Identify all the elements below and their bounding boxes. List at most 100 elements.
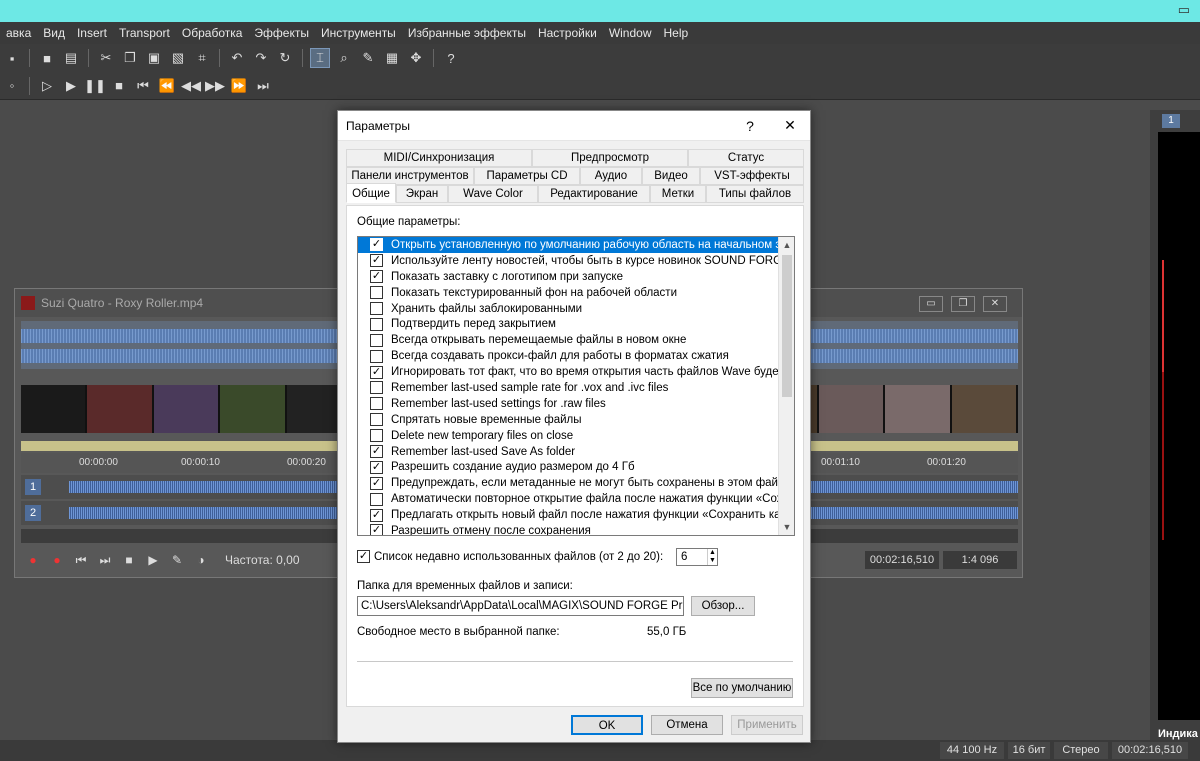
browse-button[interactable]: Обзор... — [691, 596, 755, 616]
magnify-tool-icon[interactable]: ⌕ — [334, 48, 354, 68]
option-checkbox[interactable] — [370, 397, 383, 411]
option-checkbox[interactable]: ✓ — [370, 508, 383, 522]
go-to-end-icon[interactable]: ⏭ — [253, 76, 273, 96]
tab-display[interactable]: Экран — [396, 185, 448, 203]
tab-status[interactable]: Статус — [688, 149, 804, 167]
list-scrollbar[interactable]: ▲ ▼ — [778, 237, 794, 535]
play-icon[interactable]: ▶ — [143, 551, 163, 569]
edit-tool-icon[interactable]: ⌶ — [310, 48, 330, 68]
go-to-start-icon[interactable]: ⏮ — [133, 76, 153, 96]
tab-midi-sync[interactable]: MIDI/Синхронизация — [346, 149, 532, 167]
scroll-up-icon[interactable]: ▲ — [779, 237, 794, 253]
menu-insert[interactable]: Insert — [77, 26, 107, 40]
option-checkbox[interactable]: ✓ — [370, 365, 383, 379]
mix-icon[interactable]: ▧ — [168, 48, 188, 68]
recent-files-checkbox[interactable]: ✓ — [357, 550, 370, 563]
option-row[interactable]: Спрятать новые временные файлы — [358, 412, 778, 428]
option-checkbox[interactable] — [370, 302, 383, 315]
option-checkbox[interactable] — [370, 381, 383, 395]
tab-general[interactable]: Общие — [346, 183, 396, 203]
option-row[interactable]: ✓ Разрешить создание аудио размером до 4 … — [358, 459, 778, 475]
menu-edit[interactable]: авка — [6, 26, 31, 40]
tab-audio[interactable]: Аудио — [580, 167, 642, 185]
option-row[interactable]: Remember last-used sample rate for .vox … — [358, 380, 778, 396]
tab-vst-effects[interactable]: VST-эффекты — [700, 167, 804, 185]
close-icon[interactable]: ✕ — [770, 117, 810, 134]
menu-process[interactable]: Обработка — [182, 26, 243, 40]
option-checkbox[interactable]: ✓ — [370, 270, 383, 284]
option-row[interactable]: ✓ Предлагать открыть новый файл после наж… — [358, 507, 778, 523]
option-row[interactable]: Всегда создавать прокси-файл для работы … — [358, 348, 778, 364]
option-checkbox[interactable]: ✓ — [370, 254, 383, 268]
option-row[interactable]: Автоматически повторное открытие файла п… — [358, 491, 778, 507]
go-to-end-icon[interactable]: ⏭ — [95, 551, 115, 569]
crop-icon[interactable]: ⌗ — [192, 48, 212, 68]
tab-preview[interactable]: Предпросмотр — [532, 149, 688, 167]
restore-icon[interactable]: ❐ — [951, 296, 975, 312]
play-all-icon[interactable]: ▷ — [37, 76, 57, 96]
restore-defaults-button[interactable]: Все по умолчанию — [691, 678, 793, 698]
option-checkbox[interactable] — [370, 333, 383, 347]
tab-editing[interactable]: Редактирование — [538, 185, 650, 203]
stop-icon[interactable]: ■ — [119, 551, 139, 569]
next-icon[interactable]: ⏩ — [229, 76, 249, 96]
record-icon[interactable]: ◦ — [2, 76, 22, 96]
undo-icon[interactable]: ↶ — [227, 48, 247, 68]
copy-icon[interactable]: ❐ — [120, 48, 140, 68]
option-checkbox[interactable]: ✓ — [370, 524, 383, 535]
option-row[interactable]: ✓ Разрешить отмену после сохранения — [358, 523, 778, 535]
option-row[interactable]: ✓ Показать заставку с логотипом при запус… — [358, 269, 778, 285]
speed-icon[interactable]: ◑ — [191, 551, 211, 569]
envelope-tool-icon[interactable]: ✥ — [406, 48, 426, 68]
pencil-tool-icon[interactable]: ✎ — [358, 48, 378, 68]
whats-this-icon[interactable]: ? — [441, 48, 461, 68]
option-checkbox[interactable]: ✓ — [370, 445, 383, 459]
scroll-down-icon[interactable]: ▼ — [779, 519, 794, 535]
scrub-icon[interactable]: ✎ — [167, 551, 187, 569]
menu-window[interactable]: Window — [609, 26, 652, 40]
recent-files-count[interactable]: 6 ▲ ▼ — [676, 548, 718, 566]
record-icon[interactable]: ● — [23, 551, 43, 569]
tab-wave-color[interactable]: Wave Color — [448, 185, 538, 203]
menu-view[interactable]: Вид — [43, 26, 65, 40]
menu-effects[interactable]: Эффекты — [254, 26, 309, 40]
previous-icon[interactable]: ⏪ — [157, 76, 177, 96]
option-row[interactable]: ✓ Предупреждать, если метаданные не могут… — [358, 475, 778, 491]
close-icon[interactable]: ▭ — [1178, 2, 1190, 18]
option-checkbox[interactable] — [370, 429, 383, 443]
repeat-icon[interactable]: ↻ — [275, 48, 295, 68]
option-checkbox[interactable]: ✓ — [370, 476, 383, 490]
render-icon[interactable]: ▤ — [61, 48, 81, 68]
option-checkbox[interactable] — [370, 492, 383, 506]
option-row[interactable]: ✓ Игнорировать тот факт, что во время отк… — [358, 364, 778, 380]
loop-icon[interactable]: ● — [47, 551, 67, 569]
rewind-icon[interactable]: ◀◀ — [181, 76, 201, 96]
option-row[interactable]: Remember last-used settings for .raw fil… — [358, 396, 778, 412]
cut-icon[interactable]: ✂ — [96, 48, 116, 68]
cancel-button[interactable]: Отмена — [651, 715, 723, 735]
meter-tab[interactable]: 1 — [1162, 114, 1180, 128]
option-checkbox[interactable] — [370, 349, 383, 363]
scroll-thumb[interactable] — [782, 255, 792, 397]
tab-cd-settings[interactable]: Параметры CD — [474, 167, 580, 185]
option-row[interactable]: Всегда открывать перемещаемые файлы в но… — [358, 332, 778, 348]
paste-icon[interactable]: ▣ — [144, 48, 164, 68]
menu-favorites[interactable]: Избранные эффекты — [408, 26, 526, 40]
menu-tools[interactable]: Инструменты — [321, 26, 396, 40]
option-row[interactable]: Показать текстурированный фон на рабочей… — [358, 285, 778, 301]
stop-icon[interactable]: ■ — [109, 76, 129, 96]
option-checkbox[interactable] — [370, 317, 383, 331]
apply-button[interactable]: Применить — [731, 715, 803, 735]
menu-options[interactable]: Настройки — [538, 26, 597, 40]
redo-icon[interactable]: ↷ — [251, 48, 271, 68]
option-row[interactable]: Хранить файлы заблокированными — [358, 301, 778, 317]
option-checkbox[interactable] — [370, 286, 383, 300]
minimize-icon[interactable]: ▭ — [919, 296, 943, 312]
option-checkbox[interactable]: ✓ — [370, 460, 383, 474]
spin-arrows-icon[interactable]: ▲ ▼ — [707, 549, 717, 565]
option-row[interactable]: ✓ Remember last-used Save As folder — [358, 444, 778, 460]
option-checkbox[interactable]: ✓ — [370, 238, 383, 252]
tab-file-types[interactable]: Типы файлов — [706, 185, 804, 203]
option-row[interactable]: Подтвердить перед закрытием — [358, 316, 778, 332]
tab-markers[interactable]: Метки — [650, 185, 706, 203]
